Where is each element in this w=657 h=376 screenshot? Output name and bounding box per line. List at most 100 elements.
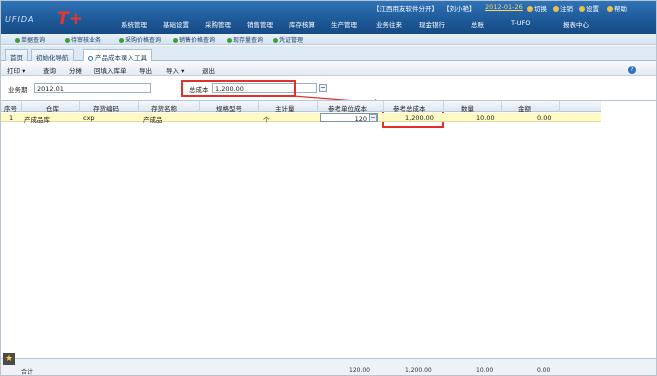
menu-item-inventory[interactable]: 库存核算	[289, 19, 315, 29]
grid-header: 序号 仓库 存货编码 存货名称 规格型号 主计量 参考单位成本 参考总成本 数量…	[1, 101, 601, 113]
link-icon	[227, 38, 232, 43]
col-divider	[443, 101, 444, 112]
import-button[interactable]: 导入 ▾	[166, 65, 184, 75]
cell-seq: 1	[9, 114, 14, 122]
import-label: 导入	[166, 67, 179, 75]
col-header-spec: 规格型号	[216, 105, 242, 113]
exit-button[interactable]: 退出	[202, 65, 215, 75]
quick-link-stock-query[interactable]: 现存量查询	[227, 35, 263, 44]
col-divider	[21, 101, 22, 112]
query-button[interactable]: 查询	[43, 65, 56, 75]
footer-label: 合计	[21, 369, 34, 376]
calculator-icon[interactable]	[369, 114, 377, 122]
tab-label: 产品成本录入工具	[95, 54, 147, 62]
col-header-name: 存货名称	[151, 105, 177, 113]
logout-button[interactable]: 注销	[553, 3, 573, 13]
login-date[interactable]: 2012-01-26	[485, 3, 523, 13]
menu-item-sales[interactable]: 销售管理	[247, 19, 273, 29]
table-row[interactable]: 1 产成品库 cxp 产成品 个 120 1,200.00 10.00 0.00	[1, 113, 601, 124]
menu-item-cash-bank[interactable]: 现金银行	[419, 19, 445, 29]
top-banner: UFIDA T+ 【江西用友软件分开】 【刘小艳】 2012-01-26 切换 …	[1, 1, 656, 34]
quick-link-label: 销售价格查询	[179, 37, 216, 44]
menu-item-purchasing[interactable]: 采购管理	[205, 19, 231, 29]
footer-amount-sum: 0.00	[537, 367, 551, 374]
backfill-receipt-button[interactable]: 回填入库单	[94, 65, 127, 75]
menu-item-t-ufo[interactable]: T-UFO	[511, 19, 530, 29]
col-header-unit: 主计量	[275, 105, 295, 113]
col-header-code: 存货编码	[93, 105, 119, 113]
star-icon[interactable]: ★	[3, 353, 15, 365]
calculator-icon[interactable]	[319, 84, 327, 92]
col-divider	[383, 101, 384, 112]
chevron-down-icon: ▾	[22, 67, 26, 75]
cell-code[interactable]: cxp	[83, 114, 95, 122]
col-divider	[79, 101, 80, 112]
tab-init-navigation[interactable]: 初始化导航	[31, 49, 74, 62]
footer-unit-cost-sum: 120.00	[349, 367, 370, 374]
quick-link-purchase-price[interactable]: 采购价格查询	[119, 35, 161, 44]
link-icon	[15, 38, 20, 43]
cell-warehouse[interactable]: 产成品库	[24, 114, 50, 124]
tab-product-cost-tool[interactable]: 产品成本录入工具	[83, 49, 152, 62]
link-icon	[119, 38, 124, 43]
link-icon	[273, 38, 278, 43]
quick-link-voucher[interactable]: 凭证管理	[273, 35, 303, 44]
quick-link-label: 待审核业务	[71, 37, 102, 44]
settings-button[interactable]: 设置	[579, 3, 599, 13]
quick-link-label: 单据查询	[21, 37, 46, 44]
quick-link-label: 现存量查询	[233, 37, 264, 44]
menu-item-basic-settings[interactable]: 基础设置	[163, 19, 189, 29]
help-link[interactable]: 帮助	[607, 3, 627, 13]
footer-qty-sum: 10.00	[476, 367, 494, 374]
gear-icon	[579, 6, 585, 12]
total-cost-highlight	[181, 80, 296, 97]
cost-grid: 序号 仓库 存货编码 存货名称 规格型号 主计量 参考单位成本 参考总成本 数量…	[1, 100, 656, 358]
company-name: 【江西用友软件分开】	[373, 5, 438, 13]
logout-icon	[553, 6, 559, 12]
quick-link-sales-price[interactable]: 销售价格查询	[173, 35, 215, 44]
help-label: 帮助	[614, 5, 627, 13]
switch-button[interactable]: 切换	[527, 3, 547, 13]
menu-item-system[interactable]: 系统管理	[121, 19, 147, 29]
menu-item-production[interactable]: 生产管理	[331, 19, 357, 29]
menu-item-ledger[interactable]: 总账	[471, 19, 484, 29]
col-header-seq: 序号	[4, 105, 17, 113]
unit-cost-cell-editor[interactable]: 120	[320, 113, 378, 123]
col-divider	[258, 101, 259, 112]
cell-qty[interactable]: 10.00	[476, 114, 495, 122]
logout-label: 注销	[560, 5, 573, 13]
help-icon	[607, 6, 613, 12]
quick-link-doc-query[interactable]: 单据查询	[15, 35, 45, 44]
app-window: UFIDA T+ 【江西用友软件分开】 【刘小艳】 2012-01-26 切换 …	[0, 0, 657, 376]
quick-link-pending[interactable]: 待审核业务	[65, 35, 101, 44]
menu-item-report-center[interactable]: 报表中心	[563, 19, 589, 29]
link-icon	[65, 38, 70, 43]
print-button[interactable]: 打印 ▾	[7, 65, 25, 75]
cell-name[interactable]: 产成品	[143, 114, 163, 124]
chevron-down-icon: ▾	[181, 67, 185, 75]
col-header-unit-cost: 参考单位成本	[328, 105, 367, 113]
col-divider	[501, 101, 502, 112]
cell-unit: 个	[263, 116, 270, 124]
col-divider	[317, 101, 318, 112]
export-button[interactable]: 导出	[139, 65, 152, 75]
help-icon[interactable]: ?	[628, 66, 636, 74]
current-user: 【刘小艳】	[443, 5, 476, 13]
tplus-logo: UFIDA T+	[5, 9, 91, 29]
toolbar: 打印 ▾ 查询 分摊 回填入库单 导出 导入 ▾ 退出 ?	[1, 62, 656, 76]
period-input[interactable]: 2012.01	[34, 83, 151, 93]
menu-item-business[interactable]: 业务往来	[376, 19, 402, 29]
col-header-total-cost: 参考总成本	[393, 105, 426, 113]
summary-footer: ★ 合计 120.00 1,200.00 10.00 0.00	[1, 353, 656, 376]
col-divider	[559, 101, 560, 112]
quick-links-bar: 单据查询 待审核业务 采购价格查询 销售价格查询 现存量查询 凭证管理	[1, 34, 656, 45]
tab-bar: 首页 初始化导航 产品成本录入工具	[1, 46, 656, 62]
cell-unit-cost[interactable]: 120	[355, 115, 367, 123]
footer-total-cost-sum: 1,200.00	[405, 367, 432, 374]
logo-brand-text: UFIDA	[5, 15, 35, 24]
tab-home[interactable]: 首页	[5, 49, 28, 62]
allocate-button[interactable]: 分摊	[69, 65, 82, 75]
cell-amount: 0.00	[537, 114, 552, 122]
quick-link-label: 采购价格查询	[125, 37, 162, 44]
settings-label: 设置	[586, 5, 599, 13]
